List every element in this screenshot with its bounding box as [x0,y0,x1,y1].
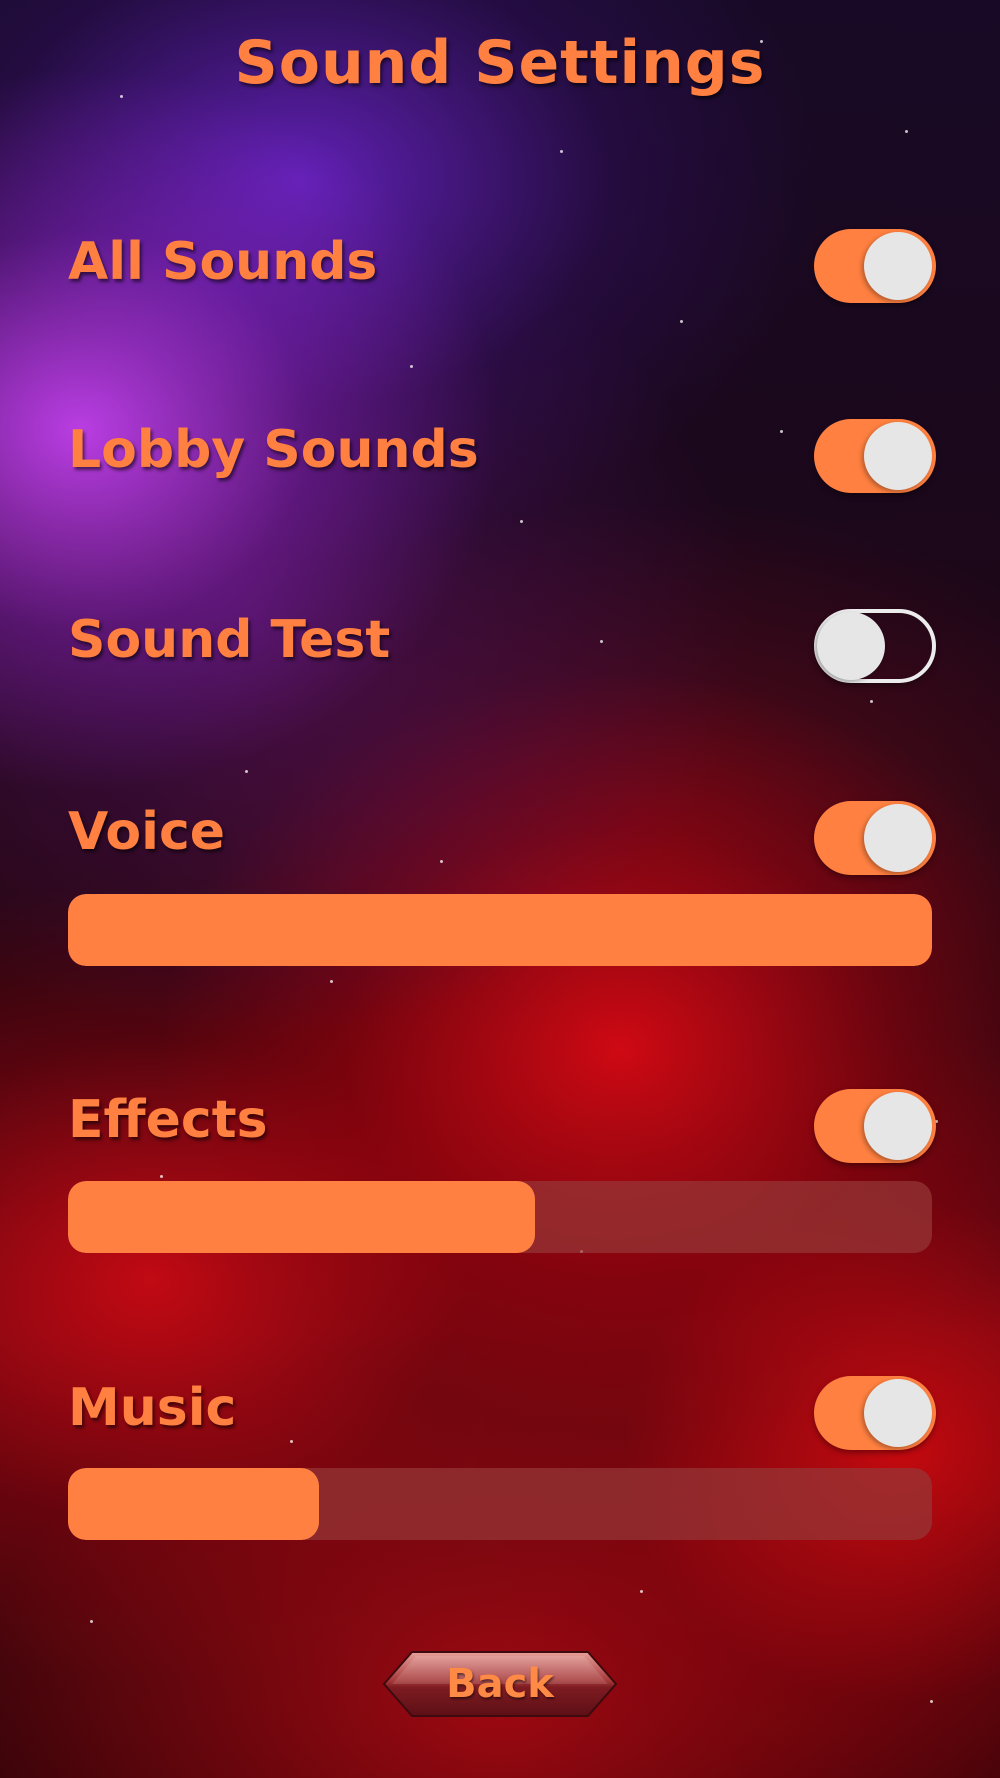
toggle-knob [864,422,932,490]
toggle-knob [864,1092,932,1160]
effects-toggle[interactable] [814,1089,936,1163]
music-toggle[interactable] [814,1376,936,1450]
toggle-knob [817,612,885,680]
music-volume-fill [68,1468,319,1540]
toggle-knob [864,804,932,872]
lobby-sounds-label: Lobby Sounds [68,420,479,480]
effects-label: Effects [68,1090,268,1150]
voice-volume-slider[interactable] [68,894,932,966]
toggle-knob [864,1379,932,1447]
effects-volume-fill [68,1181,535,1253]
all-sounds-toggle[interactable] [814,229,936,303]
voice-label: Voice [68,802,226,862]
music-label: Music [68,1378,237,1438]
music-volume-slider[interactable] [68,1468,932,1540]
all-sounds-label: All Sounds [68,232,378,292]
page-title: Sound Settings [234,28,766,98]
effects-volume-slider[interactable] [68,1181,932,1253]
back-button[interactable]: Back [382,1650,618,1718]
back-button-label: Back [446,1661,554,1707]
sound-test-toggle[interactable] [814,609,936,683]
lobby-sounds-toggle[interactable] [814,419,936,493]
voice-volume-fill [68,894,932,966]
sound-test-label: Sound Test [68,610,391,670]
voice-toggle[interactable] [814,801,936,875]
toggle-knob [864,232,932,300]
